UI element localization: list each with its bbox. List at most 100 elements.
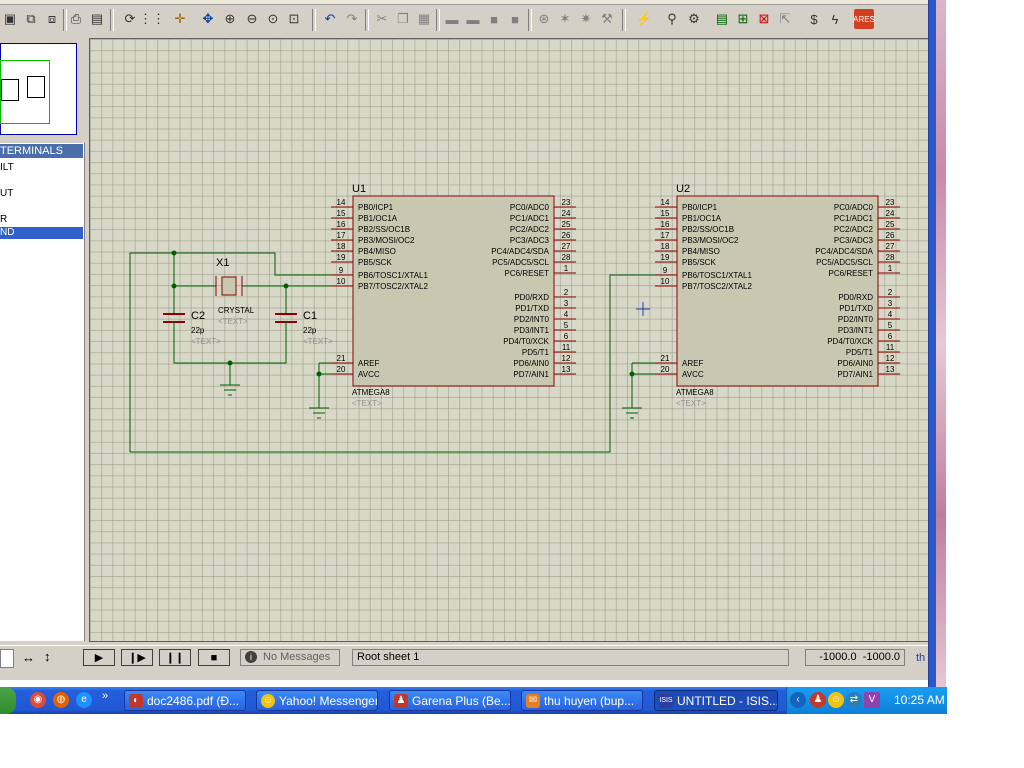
- yahoo-smiley-icon: ☺: [261, 694, 275, 708]
- origin-icon[interactable]: ✛: [170, 9, 190, 29]
- pin-label: PC5/ADC5/SCL: [492, 258, 549, 267]
- taskbar-button-garena[interactable]: ♟ Garena Plus (Be...: [389, 690, 511, 711]
- pin-label: AVCC: [358, 370, 380, 379]
- block-move-icon[interactable]: ▬: [463, 9, 483, 29]
- taskbar-button-chat[interactable]: ✉ thu huyen (bup...: [521, 690, 643, 711]
- block-delete-icon[interactable]: ■: [505, 9, 525, 29]
- pin-number: 21: [337, 354, 346, 363]
- quicklaunch-more-icon[interactable]: »: [102, 690, 108, 702]
- start-button[interactable]: [0, 687, 16, 714]
- pick-device-icon[interactable]: ⊛: [534, 9, 554, 29]
- wire-autorouter-icon[interactable]: ⚡: [634, 9, 654, 29]
- pan-icon[interactable]: ✥: [198, 9, 218, 29]
- v-tray-icon[interactable]: V: [864, 692, 880, 708]
- import-icon[interactable]: ⧉: [21, 9, 41, 29]
- pin-label: PD4/T0/XCK: [503, 337, 549, 346]
- pin-label: PC2/ADC2: [510, 225, 550, 234]
- pin-number: 15: [661, 209, 670, 218]
- make-device-icon[interactable]: ✶: [555, 9, 575, 29]
- coordinate-display: -1000.0 -1000.0: [805, 649, 905, 666]
- svg-text:CRYSTAL: CRYSTAL: [218, 306, 255, 315]
- step-button[interactable]: ❙▶: [121, 649, 153, 666]
- pin-number: 2: [564, 288, 569, 297]
- decompose-icon[interactable]: ⚒: [597, 9, 617, 29]
- copy-icon[interactable]: ❐: [393, 9, 413, 29]
- cut-icon[interactable]: ✂: [372, 9, 392, 29]
- taskbar-button-pdf[interactable]: ◐ doc2486.pdf (Đ...: [124, 690, 246, 711]
- svg-text:C2: C2: [191, 310, 205, 322]
- pin-label: PD3/INT1: [838, 326, 874, 335]
- pause-button[interactable]: ❙❙: [159, 649, 191, 666]
- pin-label: PB4/MISO: [682, 247, 720, 256]
- electrical-rules-icon[interactable]: ϟ: [825, 9, 845, 29]
- block-rotate-icon[interactable]: ■: [484, 9, 504, 29]
- redo-icon[interactable]: ↷: [342, 9, 362, 29]
- taskbar-button-isis[interactable]: ISIS UNTITLED - ISIS...: [654, 690, 778, 711]
- save-all-icon[interactable]: ▣: [0, 9, 20, 29]
- firefox-icon[interactable]: ◍: [53, 692, 69, 708]
- new-sheet-icon[interactable]: ▤: [712, 9, 732, 29]
- mark-output-icon[interactable]: ▤: [87, 9, 107, 29]
- pin-number: 16: [337, 220, 346, 229]
- pin-label: PD4/T0/XCK: [827, 337, 873, 346]
- taskbar-button-yahoo[interactable]: ☺ Yahoo! Messenger: [256, 690, 378, 711]
- garena-tray-icon[interactable]: ♟: [810, 692, 826, 708]
- export-icon[interactable]: ⧈: [42, 9, 62, 29]
- pin-number: 13: [886, 365, 895, 374]
- zoom-all-icon[interactable]: ⊙: [263, 9, 283, 29]
- list-item[interactable]: ILT: [0, 162, 83, 174]
- play-button[interactable]: ▶: [83, 649, 115, 666]
- capacitor-c2: C2 22p <TEXT>: [163, 310, 221, 346]
- block-copy-icon[interactable]: ▬: [442, 9, 462, 29]
- rotation-field[interactable]: [0, 649, 14, 668]
- list-item-selected[interactable]: ND: [0, 227, 83, 239]
- property-tool-icon[interactable]: ⚙: [684, 9, 704, 29]
- paste-icon[interactable]: ▦: [414, 9, 434, 29]
- network-tray-icon[interactable]: ⇄: [846, 692, 862, 708]
- pin-label: PD1/TXD: [515, 304, 549, 313]
- add-sheet-icon[interactable]: ⊞: [733, 9, 753, 29]
- pin-number: 17: [337, 231, 346, 240]
- pin-label: PD6/AIN0: [513, 359, 549, 368]
- packaging-icon[interactable]: ✷: [576, 9, 596, 29]
- pin-label: PB2/SS/OC1B: [358, 225, 410, 234]
- ie-icon[interactable]: e: [76, 692, 92, 708]
- search-tag-icon[interactable]: ⚲: [662, 9, 682, 29]
- remove-sheet-icon[interactable]: ⊠: [754, 9, 774, 29]
- crystal-x1: X1 CRYSTAL <TEXT>: [215, 257, 255, 326]
- refresh-icon[interactable]: ⟳: [120, 9, 140, 29]
- list-item[interactable]: R: [0, 214, 83, 226]
- exit-to-parent-icon[interactable]: ⇱: [775, 9, 795, 29]
- messages-box[interactable]: i No Messages: [240, 649, 340, 666]
- clock: 10:25 AM: [894, 693, 945, 707]
- pin-number: 18: [661, 242, 670, 251]
- undo-icon[interactable]: ↶: [320, 9, 340, 29]
- schematic-drawing[interactable]: U1 ATMEGA8 <TEXT> 14PB0/ICP115PB1/OC1A16…: [89, 38, 928, 640]
- pdf-icon: ◐: [129, 694, 143, 708]
- pin-number: 26: [562, 231, 571, 240]
- stop-button[interactable]: ■: [198, 649, 230, 666]
- info-icon: i: [245, 651, 257, 663]
- zoom-in-icon[interactable]: ⊕: [220, 9, 240, 29]
- pin-label: PD0/RXD: [514, 293, 549, 302]
- yahoo-tray-icon[interactable]: ☺: [828, 692, 844, 708]
- pin-number: 25: [562, 220, 571, 229]
- pin-number: 18: [337, 242, 346, 251]
- grid-icon[interactable]: ⋮⋮: [139, 9, 165, 29]
- pin-number: 27: [886, 242, 895, 251]
- print-icon[interactable]: ⎙: [66, 9, 86, 29]
- overview-viewport[interactable]: [0, 60, 50, 124]
- pin-label: PB7/TOSC2/XTAL2: [358, 282, 429, 291]
- bill-of-materials-icon[interactable]: $: [804, 9, 824, 29]
- list-item[interactable]: UT: [0, 188, 83, 200]
- zoom-out-icon[interactable]: ⊖: [242, 9, 262, 29]
- mirror-horizontal-icon[interactable]: ↔: [22, 650, 35, 665]
- pin-label: AVCC: [682, 370, 704, 379]
- tray-expand-icon[interactable]: ‹: [790, 692, 806, 708]
- mirror-vertical-icon[interactable]: ↕: [44, 649, 51, 664]
- chrome-icon[interactable]: ◉: [30, 692, 46, 708]
- capacitor-c1: C1 22p <TEXT>: [275, 310, 333, 346]
- zoom-area-icon[interactable]: ⊡: [284, 9, 304, 29]
- ares-icon[interactable]: ARES: [853, 9, 875, 29]
- pin-number: 6: [888, 332, 893, 341]
